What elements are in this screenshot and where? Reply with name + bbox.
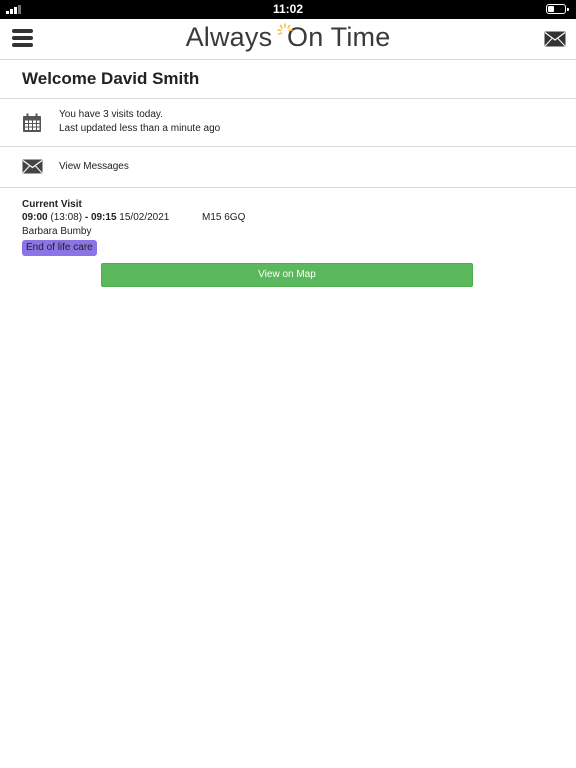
last-updated-text: Last updated less than a minute ago	[59, 123, 221, 134]
status-time: 11:02	[272, 2, 304, 16]
view-messages-label: View Messages	[59, 161, 129, 172]
app-logo: Always On Time	[0, 22, 576, 53]
envelope-icon	[22, 159, 43, 174]
current-visit-title: Current Visit	[22, 199, 82, 210]
logo-text-always: Always	[185, 22, 273, 52]
visit-end-time: 09:15	[90, 212, 117, 223]
status-bar: 11:02	[0, 0, 576, 19]
visit-start-time: 09:00	[22, 212, 48, 223]
app-header: Always On Time	[0, 19, 576, 60]
visits-summary: You have 3 visits today. Last updated le…	[0, 99, 576, 147]
calendar-icon	[23, 113, 41, 132]
visit-time-separator: -	[82, 212, 91, 223]
care-type-badge: End of life care	[22, 240, 97, 256]
logo-text-on-time: On Time	[287, 22, 391, 52]
envelope-icon[interactable]	[544, 31, 566, 47]
visits-count-text: You have 3 visits today.	[59, 109, 163, 120]
client-name: Barbara Bumby	[22, 226, 92, 237]
visit-date: 15/02/2021	[119, 212, 170, 223]
visit-actual-start: (13:08)	[50, 212, 83, 223]
view-on-map-button[interactable]: View on Map	[101, 263, 473, 287]
welcome-title: Welcome David Smith	[22, 69, 200, 88]
battery-icon	[546, 4, 569, 14]
visit-time: 09:00 (13:08) - 09:15 15/02/2021	[22, 212, 169, 223]
logo-sun-icon	[277, 23, 300, 49]
visit-postcode: M15 6GQ	[202, 212, 246, 223]
welcome-section: Welcome David Smith	[0, 60, 576, 99]
view-messages-row[interactable]: View Messages	[0, 147, 576, 188]
